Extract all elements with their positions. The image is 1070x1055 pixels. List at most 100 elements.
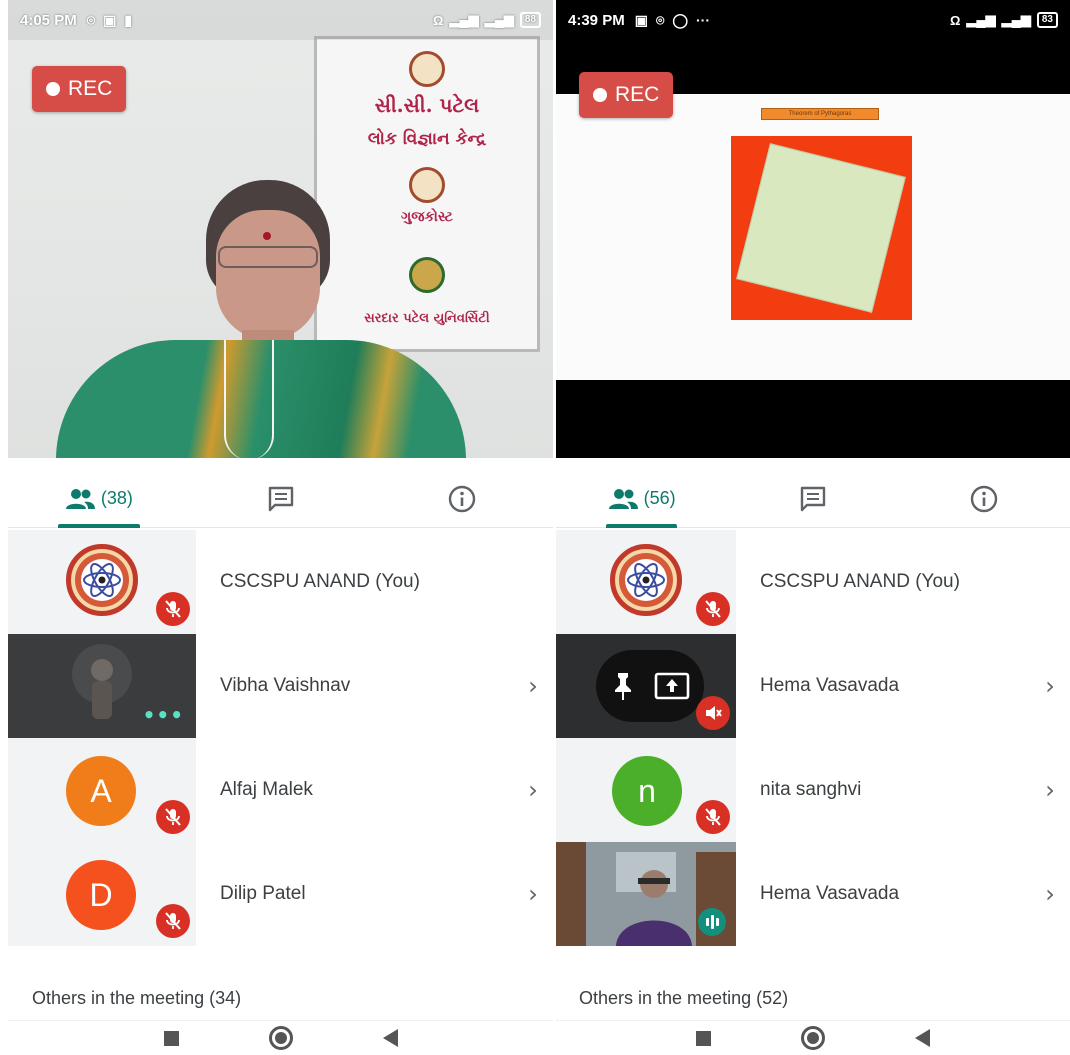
tab-info[interactable] bbox=[899, 470, 1070, 527]
chat-icon bbox=[800, 486, 826, 511]
pin-present-overlay bbox=[596, 650, 704, 722]
mic-off-icon bbox=[156, 592, 190, 626]
participant-name: nita sanghvi bbox=[760, 779, 862, 800]
participant-row[interactable]: Hema Vasavada › bbox=[556, 842, 1070, 946]
status-bar: 4:05 PM ⌾ ▣ ▮ Ω ▂▄▆ ▂▄▆ 88 bbox=[8, 0, 553, 40]
slide-title: Theorem of Pythagoras bbox=[761, 108, 879, 120]
info-icon bbox=[971, 485, 998, 512]
home-button[interactable] bbox=[268, 1026, 293, 1050]
avatar: A bbox=[66, 756, 136, 826]
recording-label: REC bbox=[68, 77, 113, 100]
others-in-meeting-label: Others in the meeting (34) bbox=[32, 988, 242, 1008]
participant-name: Hema Vasavada bbox=[760, 675, 900, 696]
participant-thumbnail: D bbox=[8, 842, 196, 946]
slide-outer-square bbox=[731, 136, 912, 320]
mic-off-icon bbox=[156, 800, 190, 834]
tab-people[interactable]: (38) bbox=[8, 470, 190, 528]
recording-badge: REC bbox=[32, 66, 127, 112]
gallery-icon: ▣ bbox=[103, 11, 117, 28]
whatsapp-icon: ◯ bbox=[672, 11, 689, 28]
tab-chat[interactable] bbox=[190, 470, 372, 527]
recents-button[interactable] bbox=[163, 1030, 179, 1046]
participant-row[interactable]: A Alfaj Malek › bbox=[8, 738, 553, 842]
recents-button[interactable] bbox=[696, 1030, 711, 1046]
chevron-right-icon[interactable]: › bbox=[1030, 672, 1070, 700]
chevron-right-icon[interactable]: › bbox=[513, 776, 553, 804]
record-dot-icon bbox=[593, 88, 607, 102]
participant-row[interactable]: ••• Vibha Vaishnav › bbox=[8, 634, 553, 738]
battery-icon: 88 bbox=[519, 12, 541, 28]
home-button[interactable] bbox=[801, 1026, 825, 1050]
others-in-meeting-label: Others in the meeting (52) bbox=[579, 988, 789, 1008]
avatar: D bbox=[66, 860, 136, 930]
participant-name: Hema Vasavada bbox=[760, 883, 900, 904]
banner-line-2: લોક વિજ્ઞાન કેન્દ્ર bbox=[367, 129, 487, 149]
tab-people[interactable]: (56) bbox=[556, 470, 727, 528]
people-count: (56) bbox=[643, 488, 676, 508]
more-notifications-icon: ··· bbox=[696, 12, 711, 28]
participant-row[interactable]: n nita sanghvi › bbox=[556, 738, 1070, 842]
battery-icon: 83 bbox=[1036, 12, 1058, 28]
main-video[interactable]: 4:39 PM ▣ ⌾ ◯ ··· Ω ▂▄▆ ▂▄▆ 83 Theorem o… bbox=[556, 0, 1070, 458]
tab-bar: (56) bbox=[556, 470, 1070, 528]
record-dot-icon bbox=[46, 82, 60, 96]
back-button[interactable] bbox=[915, 1029, 930, 1047]
participant-name: CSCSPU ANAND (You) bbox=[760, 571, 960, 592]
headset-icon: Ω bbox=[433, 12, 444, 28]
people-icon bbox=[65, 488, 95, 509]
participant-thumbnail: n bbox=[556, 738, 736, 842]
participant-thumbnail bbox=[556, 530, 736, 634]
main-video[interactable]: 4:05 PM ⌾ ▣ ▮ Ω ▂▄▆ ▂▄▆ 88 REC સી.સી. પટ… bbox=[8, 0, 553, 458]
participant-row[interactable]: CSCSPU ANAND (You) bbox=[8, 530, 553, 634]
more-options-icon: ••• bbox=[142, 703, 184, 727]
tab-info[interactable] bbox=[371, 470, 553, 527]
participant-thumbnail: A bbox=[8, 738, 196, 842]
atom-icon bbox=[83, 563, 121, 597]
signal-icon: ▂▄▆ bbox=[966, 12, 996, 27]
pin-icon[interactable] bbox=[610, 671, 636, 701]
recording-badge: REC bbox=[579, 72, 674, 118]
participant-name: Vibha Vaishnav bbox=[220, 675, 351, 696]
participant-thumbnail bbox=[556, 634, 736, 738]
participant-name: CSCSPU ANAND (You) bbox=[220, 571, 420, 592]
location-icon: ⌾ bbox=[86, 11, 96, 28]
chevron-right-icon[interactable]: › bbox=[513, 880, 553, 908]
banner-emblem-icon bbox=[409, 51, 445, 87]
chevron-right-icon[interactable]: › bbox=[1030, 776, 1070, 804]
mic-off-icon bbox=[696, 696, 730, 730]
status-time: 4:39 PM bbox=[568, 11, 625, 29]
participant-list: CSCSPU ANAND (You) ••• Vibha Vaishnav › … bbox=[8, 530, 553, 946]
signal-icon-2: ▂▄▆ bbox=[1001, 12, 1031, 27]
participant-list: CSCSPU ANAND (You) Hema Vasavada › n nit… bbox=[556, 530, 1070, 946]
chevron-right-icon[interactable]: › bbox=[1030, 880, 1070, 908]
people-icon bbox=[608, 488, 638, 509]
banner-line-1: સી.સી. પટેલ bbox=[374, 93, 480, 117]
location-icon: ⌾ bbox=[655, 11, 665, 28]
present-icon[interactable] bbox=[654, 672, 690, 700]
signal-icon: ▂▄▆ bbox=[449, 12, 479, 27]
participant-name: Dilip Patel bbox=[220, 883, 306, 904]
speaker-video-figure bbox=[56, 180, 466, 458]
android-nav-bar bbox=[8, 1020, 553, 1055]
headset-icon: Ω bbox=[950, 12, 961, 28]
participant-row[interactable]: Hema Vasavada › bbox=[556, 634, 1070, 738]
participant-thumbnail bbox=[556, 842, 736, 946]
organization-logo-icon bbox=[610, 544, 682, 616]
participant-name: Alfaj Malek bbox=[220, 779, 313, 800]
tab-chat[interactable] bbox=[727, 470, 898, 527]
atom-icon bbox=[627, 563, 665, 597]
mic-off-icon bbox=[696, 592, 730, 626]
person-icon: ▮ bbox=[124, 11, 133, 28]
mic-off-icon bbox=[156, 904, 190, 938]
presentation-slide: Theorem of Pythagoras bbox=[556, 94, 1070, 380]
participant-row[interactable]: D Dilip Patel › bbox=[8, 842, 553, 946]
status-time: 4:05 PM bbox=[20, 11, 77, 29]
organization-logo-icon bbox=[66, 544, 138, 616]
avatar: n bbox=[612, 756, 682, 826]
mic-off-icon bbox=[696, 800, 730, 834]
back-button[interactable] bbox=[382, 1029, 398, 1047]
android-nav-bar bbox=[556, 1020, 1070, 1055]
meeting-screen-right: 4:39 PM ▣ ⌾ ◯ ··· Ω ▂▄▆ ▂▄▆ 83 Theorem o… bbox=[556, 0, 1070, 1055]
participant-row[interactable]: CSCSPU ANAND (You) bbox=[556, 530, 1070, 634]
chevron-right-icon[interactable]: › bbox=[513, 672, 553, 700]
